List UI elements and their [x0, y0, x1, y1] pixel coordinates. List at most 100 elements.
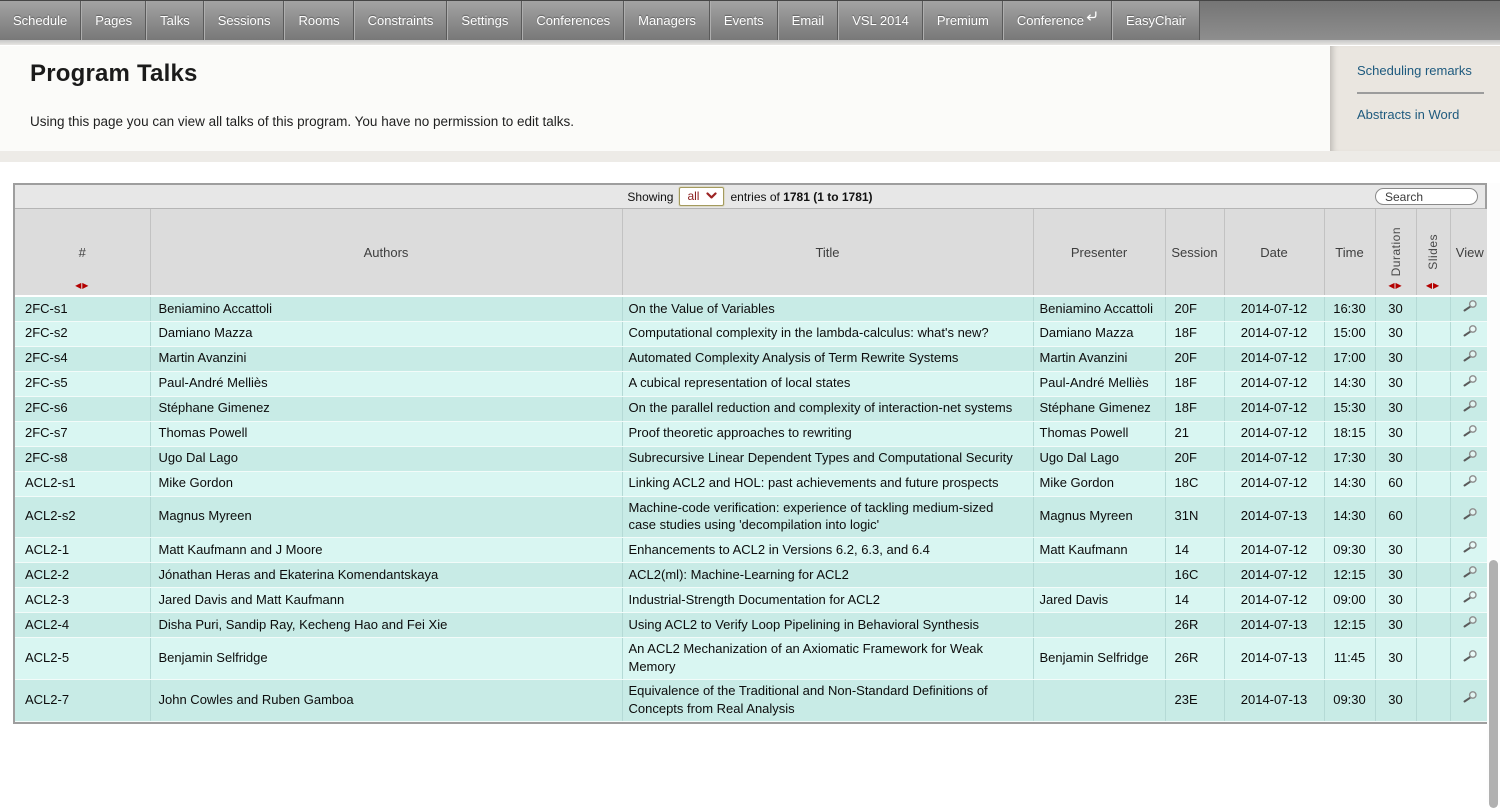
- nav-tab-sessions[interactable]: Sessions: [204, 1, 285, 40]
- view-talk-icon[interactable]: [1462, 540, 1478, 554]
- title-cell: Enhancements to ACL2 in Versions 6.2, 6.…: [622, 538, 1033, 563]
- nav-tab-rooms[interactable]: Rooms: [284, 1, 353, 40]
- view-cell: [1450, 421, 1489, 446]
- nav-tab-label: Constraints: [368, 13, 434, 28]
- nav-tab-easychair[interactable]: EasyChair: [1112, 1, 1200, 40]
- time-cell: 14:30: [1324, 496, 1375, 538]
- view-talk-icon[interactable]: [1462, 565, 1478, 579]
- authors-cell: Martin Avanzini: [150, 346, 622, 371]
- view-talk-icon[interactable]: [1462, 507, 1478, 521]
- view-talk-icon[interactable]: [1462, 299, 1478, 313]
- date-cell: 2014-07-12: [1224, 538, 1324, 563]
- title-cell: Computational complexity in the lambda-c…: [622, 321, 1033, 346]
- table-header-row: #◀▶ Authors Title Presenter Session Date…: [15, 209, 1489, 296]
- authors-cell: Jónathan Heras and Ekaterina Komendantsk…: [150, 563, 622, 588]
- view-talk-icon[interactable]: [1462, 399, 1478, 413]
- time-cell: 15:30: [1324, 396, 1375, 421]
- table-row: 2FC-s7Thomas PowellProof theoretic appro…: [15, 421, 1489, 446]
- scrollbar-thumb[interactable]: [1489, 560, 1498, 808]
- nav-tab-schedule[interactable]: Schedule: [0, 1, 81, 40]
- search-input[interactable]: [1375, 188, 1478, 205]
- view-talk-icon[interactable]: [1462, 374, 1478, 388]
- presenter-cell: Mike Gordon: [1033, 471, 1165, 496]
- slides-cell: [1416, 588, 1450, 613]
- column-header-label: Presenter: [1071, 245, 1127, 260]
- view-talk-icon[interactable]: [1462, 690, 1478, 704]
- date-cell: 2014-07-13: [1224, 638, 1324, 680]
- view-talk-icon[interactable]: [1462, 349, 1478, 363]
- duration-cell: 30: [1375, 680, 1416, 722]
- nav-tab-pages[interactable]: Pages: [81, 1, 146, 40]
- authors-cell: Mike Gordon: [150, 471, 622, 496]
- nav-tab-events[interactable]: Events: [710, 1, 778, 40]
- nav-tab-talks[interactable]: Talks: [146, 1, 204, 40]
- abstracts-in-word-link[interactable]: Abstracts in Word: [1357, 107, 1488, 122]
- slides-cell: [1416, 496, 1450, 538]
- entries-per-page-select[interactable]: all: [679, 187, 724, 206]
- talk-id-cell: ACL2-s2: [15, 496, 150, 538]
- nav-tab-constraints[interactable]: Constraints: [354, 1, 448, 40]
- view-cell: [1450, 588, 1489, 613]
- column-header-slides: Slides◀▶: [1416, 209, 1450, 296]
- date-cell: 2014-07-12: [1224, 588, 1324, 613]
- nav-tab-conferences[interactable]: Conferences: [522, 1, 624, 40]
- column-header-label: Time: [1335, 245, 1363, 260]
- presenter-cell: Martin Avanzini: [1033, 346, 1165, 371]
- slides-cell: [1416, 680, 1450, 722]
- view-talk-icon[interactable]: [1462, 424, 1478, 438]
- table-row: 2FC-s4Martin AvanziniAutomated Complexit…: [15, 346, 1489, 371]
- title-cell: Linking ACL2 and HOL: past achievements …: [622, 471, 1033, 496]
- time-cell: 09:30: [1324, 538, 1375, 563]
- showing-group: Showing all entries of 1781 (1 to 1781): [627, 187, 872, 206]
- authors-cell: Disha Puri, Sandip Ray, Kecheng Hao and …: [150, 613, 622, 638]
- presenter-cell: Magnus Myreen: [1033, 496, 1165, 538]
- view-talk-icon[interactable]: [1462, 474, 1478, 488]
- page-scrollbar[interactable]: [1487, 183, 1500, 802]
- view-cell: [1450, 371, 1489, 396]
- sort-arrows-slides[interactable]: ◀▶: [1417, 281, 1450, 290]
- column-header-label: Session: [1171, 245, 1217, 260]
- session-cell: 14: [1165, 588, 1224, 613]
- sort-arrows-number[interactable]: ◀▶: [15, 281, 150, 290]
- nav-tab-label: Talks: [160, 13, 190, 28]
- nav-tab-vsl-2014[interactable]: VSL 2014: [838, 1, 923, 40]
- view-cell: [1450, 638, 1489, 680]
- nav-tab-premium[interactable]: Premium: [923, 1, 1003, 40]
- view-talk-icon[interactable]: [1462, 649, 1478, 663]
- talk-id-cell: ACL2-4: [15, 613, 150, 638]
- column-header-number: #◀▶: [15, 209, 150, 296]
- authors-cell: Paul-André Melliès: [150, 371, 622, 396]
- nav-tab-email[interactable]: Email: [778, 1, 839, 40]
- duration-cell: 30: [1375, 371, 1416, 396]
- session-cell: 26R: [1165, 638, 1224, 680]
- scheduling-remarks-link[interactable]: Scheduling remarks: [1357, 63, 1488, 78]
- time-cell: 11:45: [1324, 638, 1375, 680]
- title-cell: Subrecursive Linear Dependent Types and …: [622, 446, 1033, 471]
- table-row: 2FC-s5Paul-André MellièsA cubical repres…: [15, 371, 1489, 396]
- date-cell: 2014-07-13: [1224, 496, 1324, 538]
- view-talk-icon[interactable]: [1462, 449, 1478, 463]
- column-header-title: Title: [622, 209, 1033, 296]
- nav-tab-managers[interactable]: Managers: [624, 1, 710, 40]
- view-cell: [1450, 296, 1489, 321]
- view-talk-icon[interactable]: [1462, 615, 1478, 629]
- title-cell: Equivalence of the Traditional and Non-S…: [622, 680, 1033, 722]
- view-cell: [1450, 538, 1489, 563]
- session-cell: 16C: [1165, 563, 1224, 588]
- time-cell: 17:30: [1324, 446, 1375, 471]
- table-row: 2FC-s2Damiano MazzaComputational complex…: [15, 321, 1489, 346]
- talk-id-cell: ACL2-s1: [15, 471, 150, 496]
- column-header-label: Date: [1260, 245, 1287, 260]
- duration-cell: 30: [1375, 638, 1416, 680]
- column-header-duration: Duration◀▶: [1375, 209, 1416, 296]
- sort-arrows-duration[interactable]: ◀▶: [1376, 281, 1416, 290]
- slides-cell: [1416, 638, 1450, 680]
- view-talk-icon[interactable]: [1462, 324, 1478, 338]
- nav-tab-conference[interactable]: Conference: [1003, 1, 1112, 40]
- nav-tab-label: Rooms: [298, 13, 339, 28]
- duration-cell: 30: [1375, 613, 1416, 638]
- view-talk-icon[interactable]: [1462, 590, 1478, 604]
- authors-cell: Benjamin Selfridge: [150, 638, 622, 680]
- time-cell: 09:30: [1324, 680, 1375, 722]
- nav-tab-settings[interactable]: Settings: [447, 1, 522, 40]
